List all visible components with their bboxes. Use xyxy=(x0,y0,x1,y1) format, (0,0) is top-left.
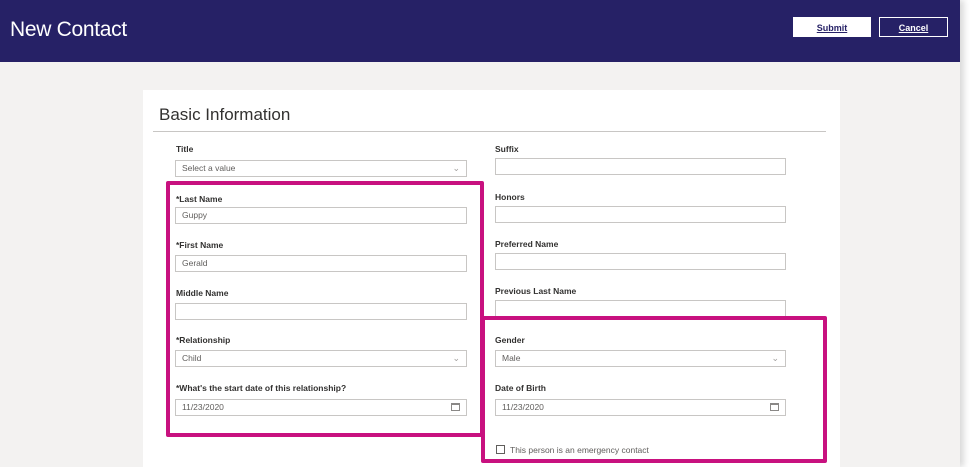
app-window: New Contact Submit Cancel Basic Informat… xyxy=(0,0,960,467)
section-title: Basic Information xyxy=(159,105,291,124)
cancel-button-label: Cancel xyxy=(898,23,929,33)
highlight-box-left xyxy=(166,181,484,437)
chevron-down-icon: ⌄ xyxy=(452,163,460,173)
cancel-button[interactable]: Cancel xyxy=(879,17,948,37)
previous-last-name-field[interactable] xyxy=(495,300,786,317)
title-dropdown[interactable]: Select a value ⌄ xyxy=(175,160,467,177)
preferred-name-field[interactable] xyxy=(495,253,786,270)
honors-field[interactable] xyxy=(495,206,786,223)
suffix-label: Suffix xyxy=(495,144,519,154)
header-bar: New Contact Submit Cancel xyxy=(0,0,960,62)
highlight-box-right xyxy=(481,316,827,463)
preferred-name-label: Preferred Name xyxy=(495,239,559,249)
previous-last-name-label: Previous Last Name xyxy=(495,286,577,296)
submit-button[interactable]: Submit xyxy=(793,17,871,37)
section-divider xyxy=(153,131,826,132)
honors-label: Honors xyxy=(495,192,525,202)
page-title: New Contact xyxy=(10,18,127,41)
suffix-field[interactable] xyxy=(495,158,786,175)
submit-button-label: Submit xyxy=(816,23,848,33)
title-dropdown-placeholder: Select a value xyxy=(182,163,236,173)
title-label: Title xyxy=(176,144,194,154)
